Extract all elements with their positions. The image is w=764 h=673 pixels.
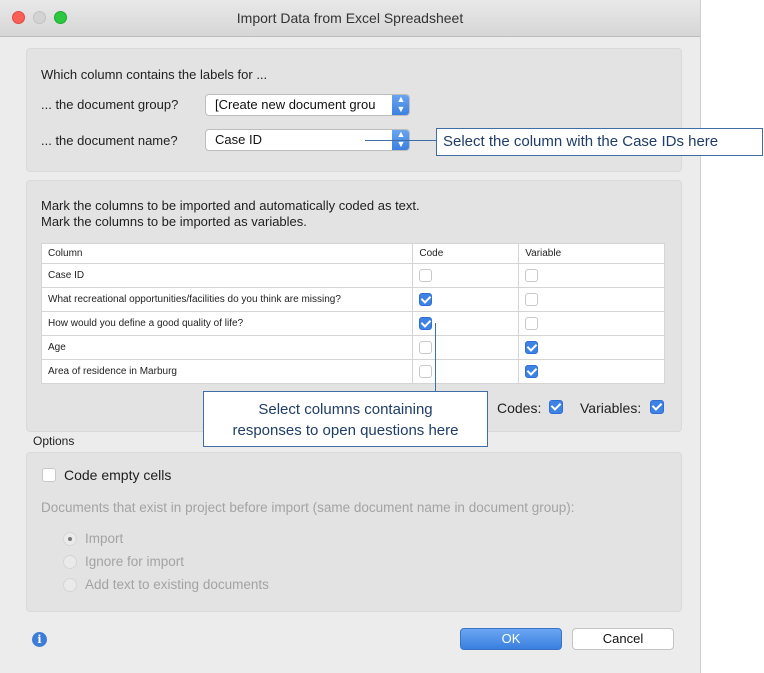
radio-import-label[interactable]: Import: [85, 531, 123, 546]
case-id-callout: Select the column with the Case IDs here: [436, 128, 763, 156]
columns-instruction-1: Mark the columns to be imported and auto…: [41, 198, 420, 213]
radio-import[interactable]: [63, 532, 77, 546]
row-column-name: Age: [40, 335, 414, 360]
document-name-label: ... the document name?: [41, 133, 178, 148]
options-heading: Options: [33, 434, 75, 448]
variable-checkbox[interactable]: [525, 341, 539, 354]
code-checkbox[interactable]: [419, 293, 433, 306]
code-checkbox[interactable]: [419, 341, 433, 354]
import-dialog: Import Data from Excel Spreadsheet Which…: [0, 0, 700, 673]
document-group-label: ... the document group?: [41, 97, 179, 112]
code-empty-cells-checkbox[interactable]: [42, 468, 56, 482]
title-bar: Import Data from Excel Spreadsheet: [0, 0, 700, 37]
table-header-row: Column Code Variable: [40, 243, 665, 264]
variable-checkbox[interactable]: [525, 317, 539, 330]
variable-checkbox[interactable]: [525, 365, 539, 378]
code-checkbox[interactable]: [419, 317, 433, 330]
column-header-column[interactable]: Column: [40, 243, 414, 264]
variable-checkbox[interactable]: [525, 293, 539, 306]
radio-add-text[interactable]: [63, 578, 77, 592]
radio-add-text-label[interactable]: Add text to existing documents: [85, 577, 269, 592]
variables-all-label: Variables:: [580, 400, 642, 416]
columns-table: Column Code Variable Case ID What recrea…: [40, 243, 665, 384]
table-row[interactable]: How would you define a good quality of l…: [40, 311, 665, 336]
variable-checkbox[interactable]: [525, 269, 539, 282]
code-checkbox[interactable]: [419, 365, 433, 378]
open-questions-callout-line2: responses to open questions here: [232, 422, 459, 439]
column-header-code[interactable]: Code: [412, 243, 520, 264]
open-questions-callout-line1: Select columns containing: [258, 401, 433, 418]
ok-button[interactable]: OK: [460, 628, 562, 650]
row-column-name: How would you define a good quality of l…: [40, 311, 414, 336]
labels-heading: Which column contains the labels for ...: [41, 67, 268, 82]
code-checkbox[interactable]: [419, 269, 433, 282]
codes-all-checkbox[interactable]: [549, 400, 563, 414]
case-id-callout-connector: [365, 140, 437, 141]
code-empty-cells-label[interactable]: Code empty cells: [64, 467, 171, 483]
table-row[interactable]: Age: [40, 335, 665, 360]
columns-instruction-2: Mark the columns to be imported as varia…: [41, 214, 307, 229]
codes-all-label: Codes:: [497, 400, 542, 416]
table-row[interactable]: Area of residence in Marburg: [40, 359, 665, 384]
table-row[interactable]: What recreational opportunities/faciliti…: [40, 287, 665, 312]
document-name-value: Case ID: [215, 132, 262, 147]
cancel-button[interactable]: Cancel: [572, 628, 674, 650]
open-questions-callout: Select columns containing responses to o…: [203, 391, 488, 447]
radio-ignore[interactable]: [63, 555, 77, 569]
window-title: Import Data from Excel Spreadsheet: [236, 10, 464, 26]
column-header-variable[interactable]: Variable: [518, 243, 665, 264]
info-icon[interactable]: i: [32, 632, 47, 647]
document-group-select[interactable]: [Create new document grou ▲ ▼: [205, 94, 410, 116]
row-column-name: Area of residence in Marburg: [40, 359, 414, 384]
row-column-name: Case ID: [40, 263, 414, 288]
document-group-value: [Create new document grou: [215, 97, 376, 112]
row-column-name: What recreational opportunities/faciliti…: [40, 287, 414, 312]
chevron-updown-icon: ▲ ▼: [392, 95, 409, 115]
open-questions-callout-connector: [435, 323, 436, 392]
variables-all-checkbox[interactable]: [650, 400, 664, 414]
table-row[interactable]: Case ID: [40, 263, 665, 288]
existing-documents-label: Documents that exist in project before i…: [41, 500, 575, 515]
radio-ignore-label[interactable]: Ignore for import: [85, 554, 184, 569]
